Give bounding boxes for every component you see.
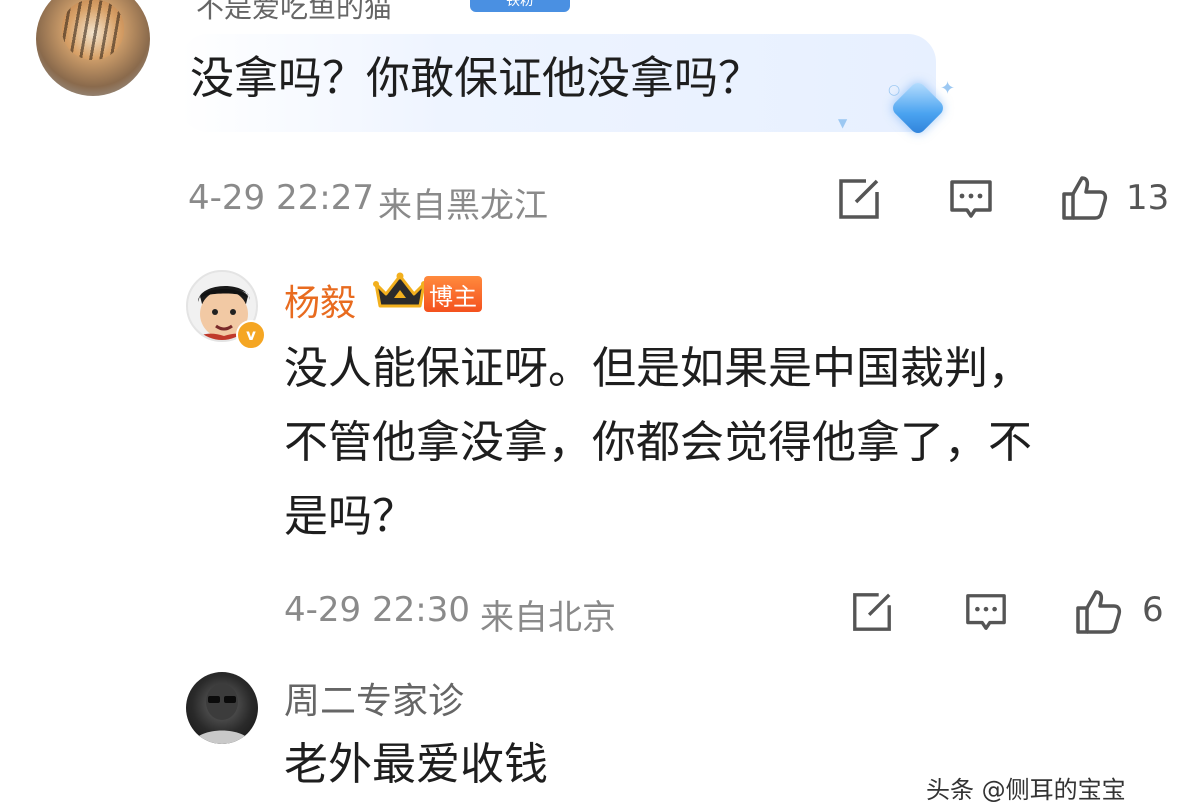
comment2-text-line: 是吗？ [284,491,416,542]
avatar[interactable] [36,0,150,96]
fan-badge: 铁粉 [470,0,570,12]
comment2-location: 来自北京 [480,598,616,638]
comment1-location: 来自黑龙江 [378,186,548,226]
share-icon[interactable] [836,176,882,222]
comment3-text: 老外最爱收钱 [284,739,548,790]
crown-icon [373,272,427,308]
like-icon[interactable] [1060,172,1110,222]
like-count: 13 [1126,178,1170,218]
comment1-username[interactable]: 不是爱吃鱼的猫 [196,0,392,26]
sparkle-icon: ✦ [940,78,956,99]
watermark: 头条 @侧耳的宝宝 [926,776,1126,804]
verified-badge: v [236,320,266,350]
person-silhouette-icon [192,684,252,744]
comment2-timestamp: 4-29 22:30 [284,590,470,630]
sparkle-icon: ○ [888,82,901,98]
avatar[interactable] [186,672,258,744]
like-icon[interactable] [1074,586,1124,636]
comment1-timestamp: 4-29 22:27 [188,178,374,218]
comment-icon[interactable] [948,176,994,222]
sparkle-icon: ▼ [838,116,848,130]
comment3-username[interactable]: 周二专家诊 [284,672,464,724]
role-badge: 博主 [424,276,482,312]
comment-icon[interactable] [964,590,1008,634]
comment1-text: 没拿吗？你敢保证他没拿吗？ [190,53,762,104]
comment2-username[interactable]: 杨毅 [284,274,356,326]
share-icon[interactable] [850,590,894,634]
comment2-text-line: 不管他拿没拿，你都会觉得他拿了，不 [284,417,1032,468]
comment2-text-line: 没人能保证呀。但是如果是中国裁判， [284,343,1032,394]
like-count: 6 [1142,590,1164,630]
